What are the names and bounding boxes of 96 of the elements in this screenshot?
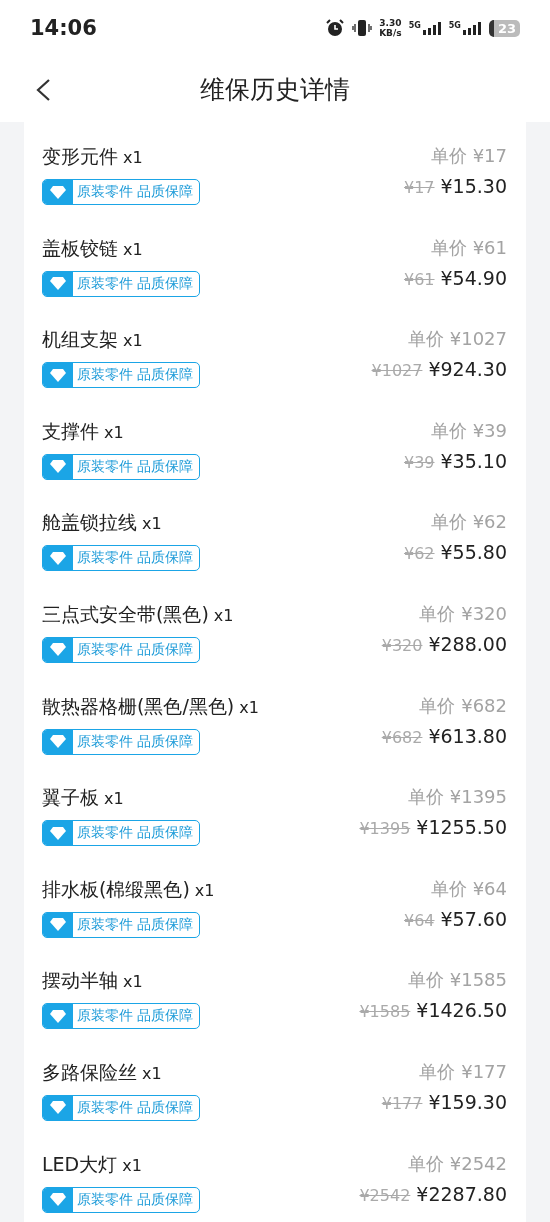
discounted-price: ¥1426.50 <box>416 999 507 1022</box>
part-name: 舱盖锁拉线 <box>42 510 137 536</box>
diamond-icon <box>50 185 66 199</box>
original-price: ¥320 <box>381 635 423 655</box>
part-name: 变形元件 <box>42 144 118 169</box>
diamond-icon <box>50 1009 66 1023</box>
part-quantity: x1 <box>213 605 234 625</box>
speed-unit: KB/s <box>379 28 402 38</box>
part-name: 散热器格栅(黑色/黑色) <box>42 693 235 719</box>
network-speed: 3.30 <box>379 18 402 28</box>
genuine-parts-badge: 原装零件 品质保障 <box>42 1094 201 1121</box>
diamond-icon <box>50 1101 66 1115</box>
part-quantity: x1 <box>239 697 259 717</box>
unit-price: 单价 ¥1027 <box>408 327 507 352</box>
genuine-parts-badge: 原装零件 品质保障 <box>42 728 201 755</box>
part-name: LED大灯 <box>42 1151 118 1177</box>
unit-price: 单价 ¥2542 <box>408 1151 507 1176</box>
discounted-price: ¥1255.50 <box>416 816 507 839</box>
diamond-icon <box>50 460 66 474</box>
signal-icon <box>421 21 442 35</box>
part-name: 盖板铰链 <box>42 235 118 261</box>
unit-price: 单价 ¥61 <box>430 235 507 260</box>
original-price: ¥64 <box>403 910 435 930</box>
unit-price: 单价 ¥62 <box>430 510 507 535</box>
part-name: 多路保险丝 <box>42 1059 137 1085</box>
part-name: 翼子板 <box>42 785 99 811</box>
part-quantity: x1 <box>123 239 143 259</box>
unit-price: 单价 ¥177 <box>419 1059 507 1084</box>
original-price: ¥17 <box>403 178 435 197</box>
part-name: 机组支架 <box>42 327 118 353</box>
original-price: ¥1027 <box>371 361 423 381</box>
discounted-price: ¥57.60 <box>440 907 507 930</box>
genuine-parts-badge: 原装零件 品质保障 <box>42 820 201 847</box>
discounted-price: ¥35.10 <box>440 449 507 472</box>
discounted-price: ¥924.30 <box>428 358 507 381</box>
original-price: ¥39 <box>403 452 435 472</box>
unit-price: 单价 ¥682 <box>419 693 507 718</box>
part-quantity: x1 <box>142 1063 162 1083</box>
part-name: 支撑件 <box>42 418 99 444</box>
original-price: ¥1395 <box>359 819 411 839</box>
discounted-price: ¥2287.80 <box>416 1182 507 1205</box>
diamond-icon <box>50 643 66 657</box>
genuine-parts-badge: 原装零件 品质保障 <box>42 636 201 663</box>
original-price: ¥1585 <box>359 1002 411 1022</box>
network-type: 5G <box>408 21 421 30</box>
diamond-icon <box>50 1193 66 1207</box>
genuine-parts-badge: 原装零件 品质保障 <box>42 362 201 389</box>
unit-price: 单价 ¥17 <box>430 144 507 168</box>
unit-price: 单价 ¥320 <box>419 601 507 626</box>
part-quantity: x1 <box>104 422 124 442</box>
genuine-parts-badge: 原装零件 品质保障 <box>42 179 201 205</box>
genuine-parts-badge: 原装零件 品质保障 <box>42 911 201 938</box>
original-price: ¥177 <box>381 1093 423 1113</box>
network-type: 5G <box>448 21 461 30</box>
original-price: ¥682 <box>381 727 423 747</box>
diamond-icon <box>50 918 66 932</box>
part-quantity: x1 <box>123 148 143 167</box>
discounted-price: ¥613.80 <box>428 724 507 747</box>
part-name: 三点式安全带(黑色) <box>42 601 209 627</box>
part-quantity: x1 <box>122 1155 142 1175</box>
discounted-price: ¥159.30 <box>428 1090 507 1113</box>
status-time: 14:06 <box>30 16 97 40</box>
original-price: ¥62 <box>403 544 435 564</box>
original-price: ¥2542 <box>359 1185 411 1205</box>
genuine-parts-badge: 原装零件 品质保障 <box>42 545 201 572</box>
part-name: 摆动半轴 <box>42 968 118 994</box>
discounted-price: ¥54.90 <box>440 266 507 289</box>
unit-price: 单价 ¥1395 <box>408 785 507 810</box>
alarm-clock-icon <box>325 18 346 38</box>
diamond-icon <box>50 368 66 382</box>
unit-price: 单价 ¥64 <box>430 876 507 901</box>
genuine-parts-badge: 原装零件 品质保障 <box>42 453 201 480</box>
part-quantity: x1 <box>123 331 143 351</box>
part-quantity: x1 <box>142 514 162 534</box>
discounted-price: ¥55.80 <box>440 541 507 564</box>
part-name: 排水板(棉缎黑色) <box>42 876 190 902</box>
diamond-icon <box>50 826 66 840</box>
chevron-left-icon <box>35 78 51 102</box>
part-quantity: x1 <box>123 972 143 992</box>
discounted-price: ¥15.30 <box>440 175 507 197</box>
battery-level: 23 <box>488 19 520 37</box>
signal-icon <box>461 21 482 35</box>
genuine-parts-badge: 原装零件 品质保障 <box>42 270 201 297</box>
diamond-icon <box>50 551 66 565</box>
unit-price: 单价 ¥39 <box>430 418 507 443</box>
discounted-price: ¥288.00 <box>428 632 507 655</box>
genuine-parts-badge: 原装零件 品质保障 <box>42 1003 201 1030</box>
part-quantity: x1 <box>194 880 215 900</box>
genuine-parts-badge: 原装零件 品质保障 <box>42 1186 201 1213</box>
vibrate-icon <box>352 18 373 38</box>
diamond-icon <box>50 735 66 749</box>
diamond-icon <box>50 277 66 291</box>
original-price: ¥61 <box>403 269 435 289</box>
part-quantity: x1 <box>104 789 124 809</box>
unit-price: 单价 ¥1585 <box>408 968 507 993</box>
page-title: 维保历史详情 <box>200 73 350 106</box>
